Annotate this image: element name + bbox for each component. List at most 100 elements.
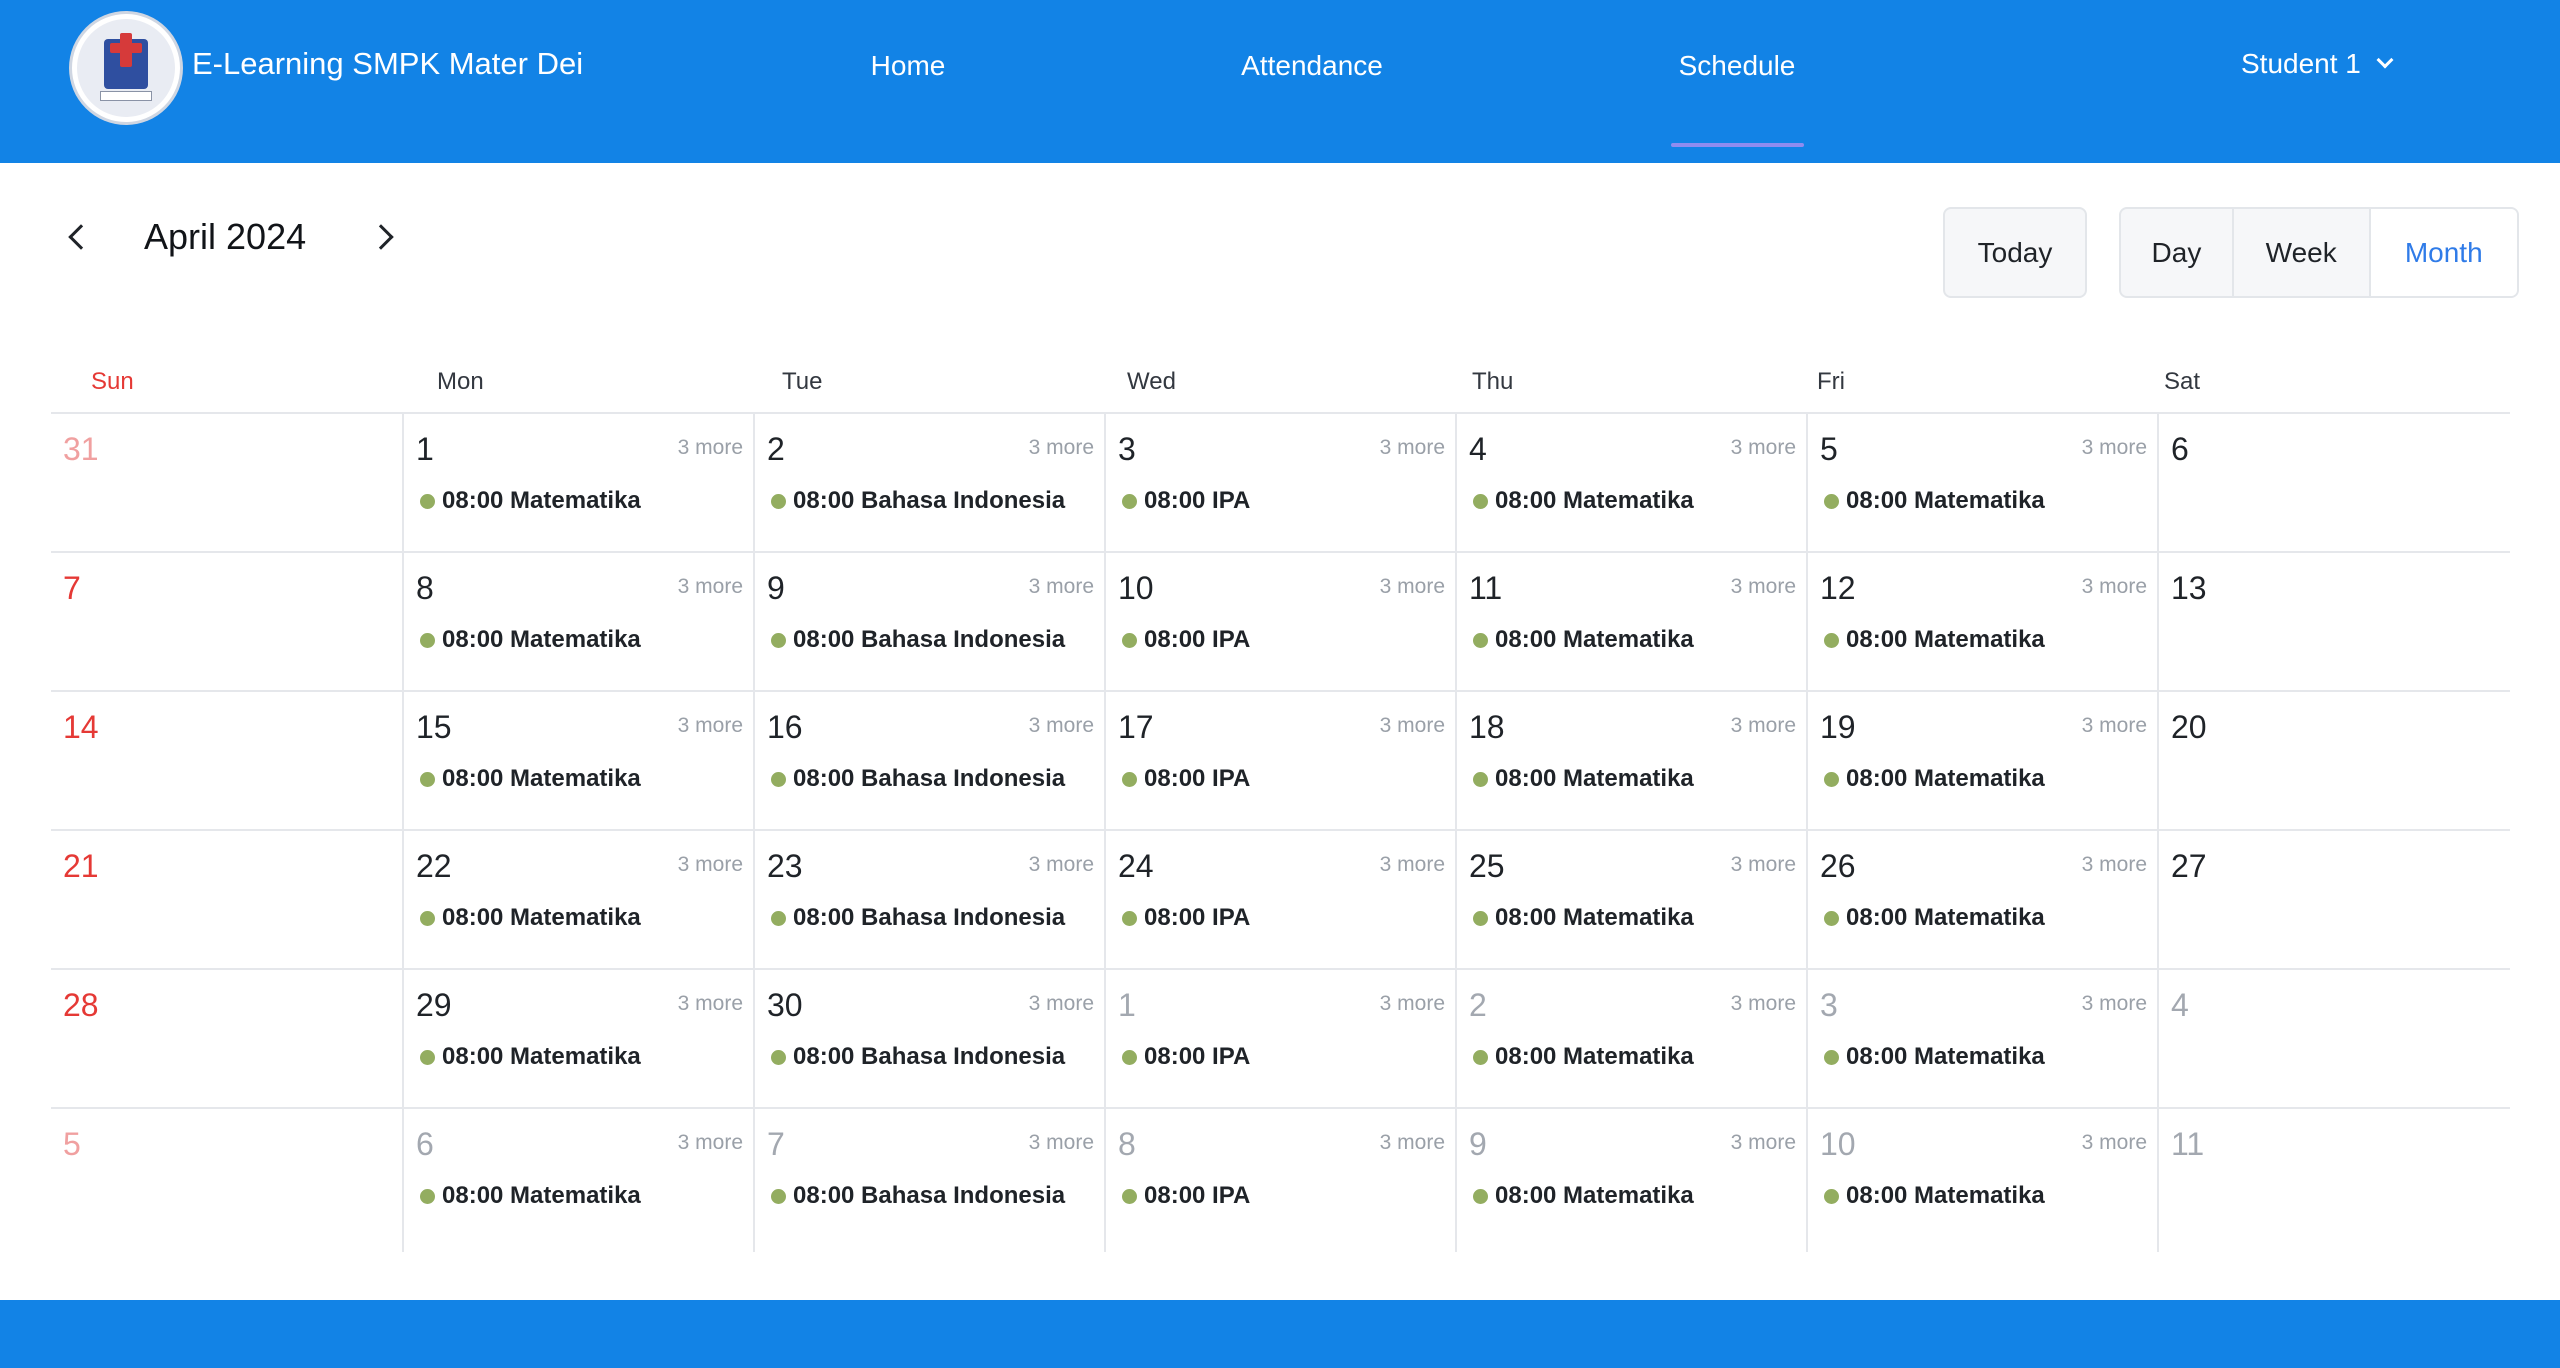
calendar-day-cell[interactable]: 10 3 more 08:00 IPA [1106, 553, 1455, 692]
nav-schedule[interactable]: Schedule [1679, 50, 1796, 82]
calendar-day-cell[interactable]: 9 3 more 08:00 Bahasa Indonesia [755, 553, 1104, 692]
more-events-link[interactable]: 3 more [678, 436, 743, 460]
more-events-link[interactable]: 3 more [1380, 853, 1445, 877]
calendar-day-cell[interactable]: 22 3 more 08:00 Matematika [404, 831, 753, 970]
calendar-event[interactable]: 08:00 Bahasa Indonesia [771, 1043, 1065, 1071]
calendar-day-cell[interactable]: 18 3 more 08:00 Matematika [1457, 692, 1806, 831]
calendar-event[interactable]: 08:00 IPA [1122, 765, 1250, 793]
calendar-day-cell[interactable]: 6 3 more 08:00 Matematika [404, 1109, 753, 1248]
calendar-event[interactable]: 08:00 Matematika [1473, 765, 1694, 793]
calendar-day-cell[interactable]: 14 [51, 692, 402, 831]
more-events-link[interactable]: 3 more [678, 853, 743, 877]
calendar-day-cell[interactable]: 15 3 more 08:00 Matematika [404, 692, 753, 831]
school-logo[interactable] [72, 14, 180, 122]
calendar-day-cell[interactable]: 7 [51, 553, 402, 692]
more-events-link[interactable]: 3 more [1029, 853, 1094, 877]
more-events-link[interactable]: 3 more [1380, 436, 1445, 460]
calendar-day-cell[interactable]: 1 3 more 08:00 IPA [1106, 970, 1455, 1109]
view-day-button[interactable]: Day [2121, 209, 2234, 296]
more-events-link[interactable]: 3 more [1380, 714, 1445, 738]
calendar-event[interactable]: 08:00 Matematika [1824, 1182, 2045, 1210]
calendar-day-cell[interactable]: 2 3 more 08:00 Bahasa Indonesia [755, 414, 1104, 553]
calendar-day-cell[interactable]: 28 [51, 970, 402, 1109]
view-month-button[interactable]: Month [2370, 209, 2517, 296]
calendar-event[interactable]: 08:00 Matematika [1824, 626, 2045, 654]
more-events-link[interactable]: 3 more [1380, 992, 1445, 1016]
calendar-day-cell[interactable]: 16 3 more 08:00 Bahasa Indonesia [755, 692, 1104, 831]
calendar-event[interactable]: 08:00 Matematika [420, 487, 641, 515]
more-events-link[interactable]: 3 more [678, 714, 743, 738]
more-events-link[interactable]: 3 more [1731, 853, 1796, 877]
calendar-day-cell[interactable]: 21 [51, 831, 402, 970]
more-events-link[interactable]: 3 more [2082, 853, 2147, 877]
more-events-link[interactable]: 3 more [1380, 1131, 1445, 1155]
more-events-link[interactable]: 3 more [1380, 575, 1445, 599]
calendar-event[interactable]: 08:00 IPA [1122, 1182, 1250, 1210]
calendar-day-cell[interactable]: 17 3 more 08:00 IPA [1106, 692, 1455, 831]
more-events-link[interactable]: 3 more [678, 1131, 743, 1155]
calendar-event[interactable]: 08:00 Matematika [420, 1182, 641, 1210]
calendar-day-cell[interactable]: 26 3 more 08:00 Matematika [1808, 831, 2157, 970]
more-events-link[interactable]: 3 more [2082, 436, 2147, 460]
more-events-link[interactable]: 3 more [678, 992, 743, 1016]
calendar-event[interactable]: 08:00 Matematika [420, 626, 641, 654]
more-events-link[interactable]: 3 more [1029, 436, 1094, 460]
more-events-link[interactable]: 3 more [1029, 714, 1094, 738]
calendar-day-cell[interactable]: 3 3 more 08:00 Matematika [1808, 970, 2157, 1109]
calendar-event[interactable]: 08:00 Matematika [420, 1043, 641, 1071]
calendar-day-cell[interactable]: 8 3 more 08:00 Matematika [404, 553, 753, 692]
calendar-day-cell[interactable]: 2 3 more 08:00 Matematika [1457, 970, 1806, 1109]
more-events-link[interactable]: 3 more [678, 575, 743, 599]
calendar-day-cell[interactable]: 10 3 more 08:00 Matematika [1808, 1109, 2157, 1248]
calendar-day-cell[interactable]: 19 3 more 08:00 Matematika [1808, 692, 2157, 831]
calendar-day-cell[interactable]: 11 [2159, 1109, 2510, 1248]
calendar-day-cell[interactable]: 29 3 more 08:00 Matematika [404, 970, 753, 1109]
more-events-link[interactable]: 3 more [2082, 575, 2147, 599]
user-menu[interactable]: Student 1 [2241, 48, 2394, 80]
calendar-event[interactable]: 08:00 Matematika [1473, 1043, 1694, 1071]
nav-home[interactable]: Home [871, 50, 946, 82]
calendar-event[interactable]: 08:00 Bahasa Indonesia [771, 1182, 1065, 1210]
calendar-day-cell[interactable]: 30 3 more 08:00 Bahasa Indonesia [755, 970, 1104, 1109]
calendar-event[interactable]: 08:00 IPA [1122, 626, 1250, 654]
more-events-link[interactable]: 3 more [1731, 436, 1796, 460]
calendar-event[interactable]: 08:00 Matematika [420, 765, 641, 793]
calendar-event[interactable]: 08:00 Bahasa Indonesia [771, 904, 1065, 932]
calendar-event[interactable]: 08:00 Matematika [1473, 1182, 1694, 1210]
more-events-link[interactable]: 3 more [1731, 992, 1796, 1016]
more-events-link[interactable]: 3 more [2082, 1131, 2147, 1155]
calendar-day-cell[interactable]: 20 [2159, 692, 2510, 831]
more-events-link[interactable]: 3 more [1029, 992, 1094, 1016]
more-events-link[interactable]: 3 more [1029, 1131, 1094, 1155]
calendar-day-cell[interactable]: 1 3 more 08:00 Matematika [404, 414, 753, 553]
calendar-event[interactable]: 08:00 Matematika [1473, 626, 1694, 654]
calendar-event[interactable]: 08:00 Bahasa Indonesia [771, 626, 1065, 654]
calendar-event[interactable]: 08:00 Matematika [1824, 1043, 2045, 1071]
calendar-day-cell[interactable]: 8 3 more 08:00 IPA [1106, 1109, 1455, 1248]
calendar-day-cell[interactable]: 4 [2159, 970, 2510, 1109]
calendar-event[interactable]: 08:00 Matematika [1473, 904, 1694, 932]
calendar-event[interactable]: 08:00 IPA [1122, 904, 1250, 932]
calendar-event[interactable]: 08:00 Matematika [1473, 487, 1694, 515]
calendar-day-cell[interactable]: 11 3 more 08:00 Matematika [1457, 553, 1806, 692]
calendar-event[interactable]: 08:00 Bahasa Indonesia [771, 765, 1065, 793]
calendar-day-cell[interactable]: 9 3 more 08:00 Matematika [1457, 1109, 1806, 1248]
calendar-day-cell[interactable]: 12 3 more 08:00 Matematika [1808, 553, 2157, 692]
today-button[interactable]: Today [1943, 207, 2087, 298]
calendar-day-cell[interactable]: 27 [2159, 831, 2510, 970]
calendar-day-cell[interactable]: 13 [2159, 553, 2510, 692]
calendar-day-cell[interactable]: 23 3 more 08:00 Bahasa Indonesia [755, 831, 1104, 970]
calendar-event[interactable]: 08:00 Matematika [420, 904, 641, 932]
calendar-event[interactable]: 08:00 Matematika [1824, 765, 2045, 793]
calendar-day-cell[interactable]: 31 [51, 414, 402, 553]
brand-title[interactable]: E-Learning SMPK Mater Dei [192, 46, 583, 82]
prev-month-icon[interactable] [68, 224, 94, 250]
calendar-day-cell[interactable]: 5 [51, 1109, 402, 1248]
more-events-link[interactable]: 3 more [1731, 575, 1796, 599]
next-month-icon[interactable] [368, 224, 394, 250]
view-week-button[interactable]: Week [2234, 209, 2371, 296]
more-events-link[interactable]: 3 more [1731, 1131, 1796, 1155]
calendar-event[interactable]: 08:00 Matematika [1824, 487, 2045, 515]
calendar-event[interactable]: 08:00 Bahasa Indonesia [771, 487, 1065, 515]
calendar-day-cell[interactable]: 4 3 more 08:00 Matematika [1457, 414, 1806, 553]
